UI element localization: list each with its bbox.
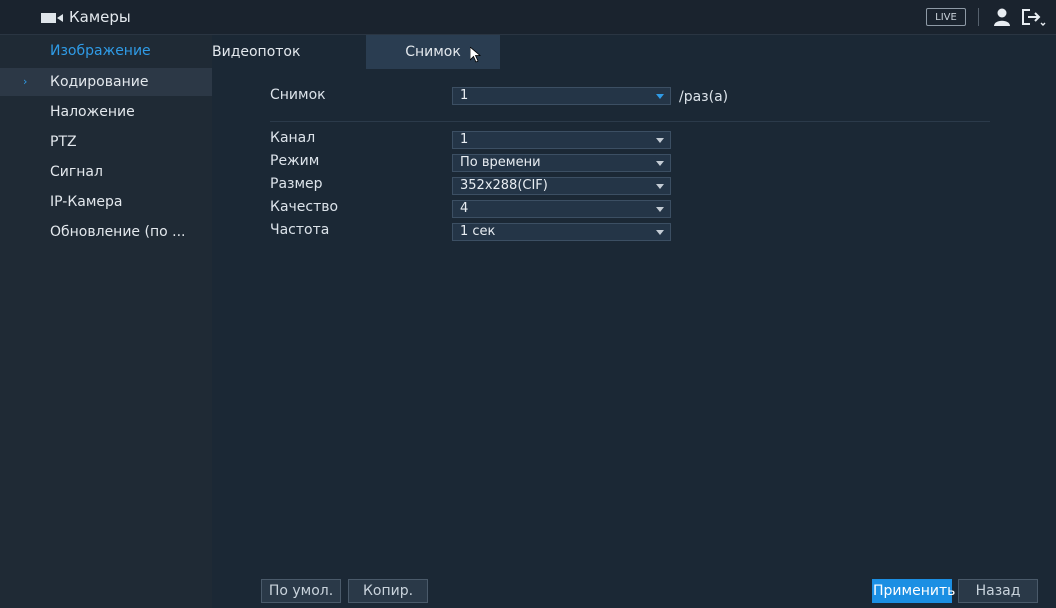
chevron-down-icon [656, 230, 664, 235]
chevron-right-icon: › [23, 75, 28, 88]
sidebar-item-label: Сигнал [50, 164, 103, 180]
interval-select[interactable]: 1 сек [452, 223, 671, 241]
apply-button[interactable]: Применить [872, 579, 955, 603]
divider [978, 8, 979, 26]
sidebar-item-ptz[interactable]: PTZ [0, 128, 212, 156]
snapshot-value: 1 [460, 88, 469, 103]
quality-value: 4 [460, 201, 469, 216]
main-panel: Видеопоток Снимок Снимок 1 /раз(а) Канал… [212, 35, 1056, 608]
sidebar-item-update[interactable]: Обновление (по ... [0, 218, 212, 246]
quality-label: Качество [270, 199, 339, 215]
mode-value: По времени [460, 155, 541, 170]
channel-select[interactable]: 1 [452, 131, 671, 149]
mouse-cursor-icon [470, 47, 482, 63]
sidebar-item-label: Кодирование [50, 74, 149, 90]
sidebar-item-signal[interactable]: Сигнал [0, 158, 212, 186]
sidebar-item-label: IP-Камера [50, 194, 123, 210]
snapshot-select[interactable]: 1 [452, 87, 671, 105]
sidebar-item-label: PTZ [50, 134, 77, 150]
sidebar-item-label: Обновление (по ... [50, 224, 186, 240]
size-select[interactable]: 352x288(CIF) [452, 177, 671, 195]
sidebar-item-encoding[interactable]: › Кодирование [0, 68, 212, 96]
logout-icon[interactable] [1020, 7, 1046, 27]
quality-select[interactable]: 4 [452, 200, 671, 218]
camera-icon [41, 13, 63, 23]
divider [270, 121, 990, 122]
back-button[interactable]: Назад [958, 579, 1038, 603]
sidebar-item-label: Наложение [50, 104, 135, 120]
chevron-down-icon [656, 138, 664, 143]
top-bar: Камеры LIVE [0, 0, 1056, 35]
channel-label: Канал [270, 130, 316, 146]
sidebar-item-overlay[interactable]: Наложение [0, 98, 212, 126]
default-button[interactable]: По умол. [261, 579, 341, 603]
user-icon[interactable] [992, 7, 1012, 27]
chevron-down-icon [656, 207, 664, 212]
snapshot-unit: /раз(а) [679, 89, 729, 105]
live-button[interactable]: LIVE [926, 8, 966, 26]
channel-value: 1 [460, 132, 469, 147]
mode-select[interactable]: По времени [452, 154, 671, 172]
interval-label: Частота [270, 222, 330, 238]
mode-label: Режим [270, 153, 320, 169]
copy-button[interactable]: Копир. [348, 579, 428, 603]
interval-value: 1 сек [460, 224, 496, 239]
sidebar-section-image[interactable]: Изображение [0, 37, 212, 65]
page-title: Камеры [69, 8, 131, 26]
size-value: 352x288(CIF) [460, 178, 548, 193]
snapshot-label: Снимок [270, 87, 326, 103]
sidebar-item-ip-camera[interactable]: IP-Камера [0, 188, 212, 216]
chevron-down-icon [656, 184, 664, 189]
chevron-down-icon [656, 94, 664, 99]
chevron-down-icon [656, 161, 664, 166]
size-label: Размер [270, 176, 323, 192]
tab-video-stream[interactable]: Видеопоток [212, 35, 300, 69]
sidebar: Изображение › Кодирование Наложение PTZ … [0, 35, 212, 608]
